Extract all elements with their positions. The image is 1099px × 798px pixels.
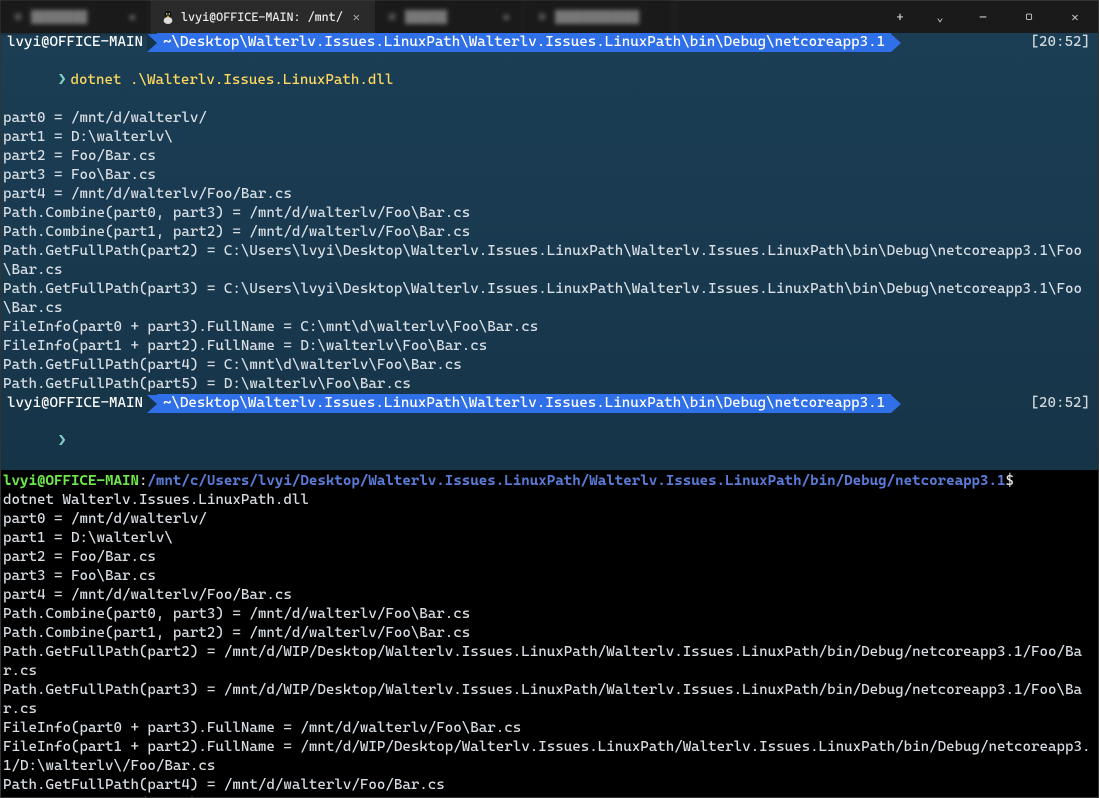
output-line: part2 = Foo/Bar.cs (3, 548, 1096, 567)
prompt-time: [20:52] (1031, 394, 1096, 413)
prompt-path: ~\Desktop\Walterlv.Issues.LinuxPath\Walt… (157, 33, 891, 52)
bash-prompt-1: lvyi@OFFICE-MAIN:/mnt/c/Users/lvyi/Deskt… (3, 472, 1096, 491)
output-line: part3 = Foo\Bar.cs (3, 166, 1096, 185)
close-window-button[interactable]: ✕ (1052, 1, 1098, 33)
close-icon[interactable]: ✕ (499, 10, 514, 24)
prompt-user: lvyi@OFFICE-MAIN (3, 473, 139, 489)
tux-linux-icon (161, 10, 175, 24)
tab-dropdown-button[interactable]: ⌄ (920, 10, 960, 24)
ps-command-line: ❯dotnet .\Walterlv.Issues.LinuxPath.dll (3, 52, 1096, 109)
output-line: Path.GetFullPath(part2) = C:\Users\lvyi\… (3, 242, 1096, 280)
ps-prompt-1: lvyi@OFFICE-MAIN ~\Desktop\Walterlv.Issu… (3, 33, 1096, 52)
prompt-dollar: $ (1006, 473, 1015, 489)
chevron-right-icon (891, 34, 901, 52)
prompt-caret-icon: ❯ (54, 72, 71, 88)
prompt-user: lvyi@OFFICE-MAIN (3, 33, 147, 52)
tab-title: lvyi@OFFICE-MAIN: /mnt/ (181, 10, 343, 24)
terminal-body[interactable]: lvyi@OFFICE-MAIN ~\Desktop\Walterlv.Issu… (1, 33, 1098, 797)
output-line: Path.GetFullPath(part3) = /mnt/d/WIP/Des… (3, 681, 1096, 719)
output-line: FileInfo(part0 + part3).FullName = C:\mn… (3, 318, 1096, 337)
output-line: part2 = Foo/Bar.cs (3, 147, 1096, 166)
chevron-right-icon (147, 34, 157, 52)
ps-empty-prompt: ❯ (3, 413, 1096, 470)
output-line: part3 = Foo\Bar.cs (3, 567, 1096, 586)
tab-strip: ▣ ████████ ✕ lvyi@OFFICE-MAIN: /mnt/ ✕ ▣… (1, 1, 880, 33)
prompt-path: ~\Desktop\Walterlv.Issues.LinuxPath\Walt… (157, 394, 891, 413)
close-icon[interactable]: ✕ (349, 10, 364, 24)
output-line: part1 = D:\walterlv\ (3, 529, 1096, 548)
output-line: FileInfo(part1 + part2).FullName = D:\wa… (3, 337, 1096, 356)
output-line: Path.GetFullPath(part2) = /mnt/d/WIP/Des… (3, 643, 1096, 681)
chevron-right-icon (147, 395, 157, 413)
prompt-user: lvyi@OFFICE-MAIN (3, 394, 147, 413)
bash-command: dotnet Walterlv.Issues.LinuxPath.dll (3, 491, 1096, 510)
window-controls: — ▢ ✕ (960, 1, 1098, 33)
prompt-time: [20:52] (1031, 33, 1096, 52)
tab-inactive-3[interactable]: ▣ ████████████ (525, 1, 675, 33)
titlebar: ▣ ████████ ✕ lvyi@OFFICE-MAIN: /mnt/ ✕ ▣… (1, 1, 1098, 33)
prompt-caret-icon: ❯ (54, 433, 71, 449)
output-line: part1 = D:\walterlv\ (3, 128, 1096, 147)
tab-inactive-2[interactable]: ▣ ██████ ✕ (375, 1, 525, 33)
bash-pane[interactable]: lvyi@OFFICE-MAIN:/mnt/c/Users/lvyi/Deskt… (1, 470, 1098, 797)
output-line: FileInfo(part1 + part2).FullName = /mnt/… (3, 738, 1096, 776)
powershell-icon: ▣ (535, 10, 549, 24)
output-line: Path.Combine(part1, part2) = /mnt/d/walt… (3, 624, 1096, 643)
prompt-path: /mnt/c/Users/lvyi/Desktop/Walterlv.Issue… (147, 473, 1005, 489)
tab-active[interactable]: lvyi@OFFICE-MAIN: /mnt/ ✕ (151, 1, 375, 33)
ps-output: part0 = /mnt/d/walterlv/part1 = D:\walte… (3, 109, 1096, 394)
powershell-icon: ▣ (385, 10, 399, 24)
output-line: part4 = /mnt/d/walterlv/Foo/Bar.cs (3, 185, 1096, 204)
output-line: FileInfo(part0 + part3).FullName = /mnt/… (3, 719, 1096, 738)
new-tab-button[interactable]: + (880, 10, 920, 24)
powershell-icon: ▣ (11, 10, 25, 24)
output-line: Path.Combine(part1, part2) = /mnt/d/walt… (3, 223, 1096, 242)
output-line: Path.GetFullPath(part3) = C:\Users\lvyi\… (3, 280, 1096, 318)
bash-output: part0 = /mnt/d/walterlv/part1 = D:\walte… (3, 510, 1096, 797)
maximize-button[interactable]: ▢ (1006, 1, 1052, 33)
close-icon[interactable]: ✕ (125, 10, 140, 24)
output-line: Path.Combine(part0, part3) = /mnt/d/walt… (3, 204, 1096, 223)
ps-prompt-2: lvyi@OFFICE-MAIN ~\Desktop\Walterlv.Issu… (3, 394, 1096, 413)
tab-inactive-1[interactable]: ▣ ████████ ✕ (1, 1, 151, 33)
powershell-pane[interactable]: lvyi@OFFICE-MAIN ~\Desktop\Walterlv.Issu… (1, 33, 1098, 470)
output-line: Path.Combine(part0, part3) = /mnt/d/walt… (3, 605, 1096, 624)
command-text: dotnet .\Walterlv.Issues.LinuxPath.dll (70, 72, 393, 88)
output-line: part0 = /mnt/d/walterlv/ (3, 109, 1096, 128)
output-line: part4 = /mnt/d/walterlv/Foo/Bar.cs (3, 586, 1096, 605)
output-line: Path.GetFullPath(part4) = /mnt/d/walterl… (3, 776, 1096, 795)
chevron-right-icon (891, 395, 901, 413)
output-line: Path.GetFullPath(part5) = D:\walterlv\Fo… (3, 375, 1096, 394)
minimize-button[interactable]: — (960, 1, 1006, 33)
output-line: Path.GetFullPath(part5) = /mnt/d/WIP/Des… (3, 795, 1096, 797)
output-line: Path.GetFullPath(part4) = C:\mnt\d\walte… (3, 356, 1096, 375)
output-line: part0 = /mnt/d/walterlv/ (3, 510, 1096, 529)
